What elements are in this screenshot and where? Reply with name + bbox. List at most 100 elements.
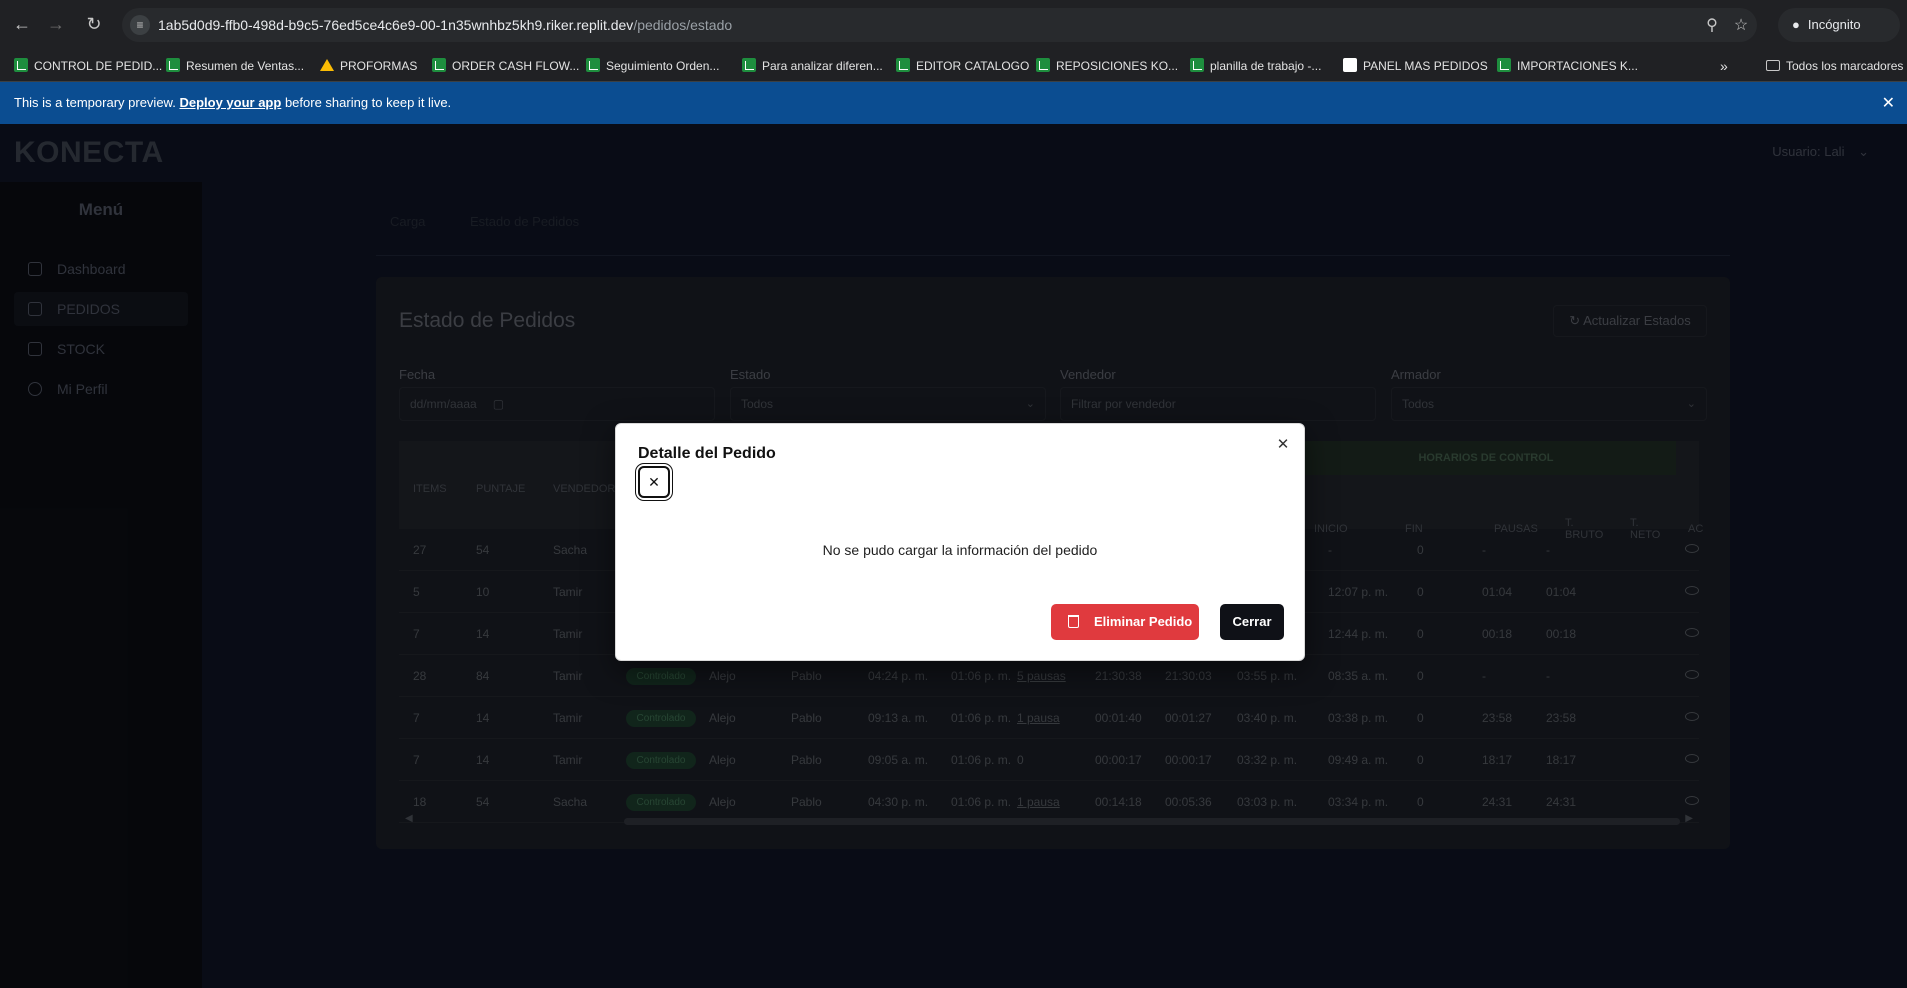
table-cell: 7 bbox=[413, 627, 420, 641]
dialog-close-button[interactable]: ✕ bbox=[638, 466, 670, 498]
vendedor-input[interactable]: Filtrar por vendedor bbox=[1060, 387, 1376, 421]
url-path: /pedidos/estado bbox=[633, 17, 733, 33]
user-menu[interactable]: Usuario: Lali ⌄ bbox=[1772, 144, 1869, 160]
table-cell: 23:58 bbox=[1546, 711, 1577, 725]
preview-banner: This is a temporary preview. Deploy your… bbox=[0, 82, 1907, 124]
bookmark-label: EDITOR CATALOGO bbox=[916, 59, 1030, 73]
zoom-icon[interactable]: ⚲ bbox=[1702, 16, 1722, 36]
bookmark-10[interactable]: IMPORTACIONES K... bbox=[1497, 57, 1638, 75]
table-row: 28 84 Tamir Controlado Alejo Pablo 04:24 p. m.… bbox=[399, 655, 1699, 697]
table-cell: 23:58 bbox=[1482, 711, 1513, 725]
address-bar[interactable]: ≡ 1ab5d0d9-ffb0-498d-b9c5-76ed5ce4c6e9-0… bbox=[122, 8, 1757, 42]
back-icon[interactable]: ← bbox=[10, 12, 34, 36]
table-cell: - bbox=[1546, 669, 1550, 683]
all-bookmarks[interactable]: Todos los marcadores bbox=[1766, 57, 1903, 75]
table-row: 7 14 Tamir Controlado Alejo Pablo 09:05 a. m. 0… bbox=[399, 739, 1699, 781]
more-bookmarks-icon[interactable]: » bbox=[1720, 57, 1728, 75]
table-cell: Pablo bbox=[791, 711, 822, 725]
table-cell[interactable]: 1 pausa bbox=[1017, 697, 1060, 739]
url-text[interactable]: 1ab5d0d9-ffb0-498d-b9c5-76ed5ce4c6e9-00-… bbox=[158, 17, 732, 33]
deploy-link[interactable]: Deploy your app bbox=[179, 95, 281, 110]
tab-carga[interactable]: Carga bbox=[390, 214, 425, 229]
table-cell: 08:35 a. m. bbox=[1328, 669, 1389, 683]
estado-select[interactable]: Todos ⌄ bbox=[730, 387, 1046, 421]
sidebar-item-stock[interactable]: STOCK bbox=[14, 332, 188, 366]
table-cell: 7 bbox=[413, 711, 420, 725]
menu-title: Menú bbox=[78, 200, 124, 219]
status-badge: Controlado bbox=[626, 668, 696, 685]
sheets-icon bbox=[1497, 58, 1511, 72]
eye-icon[interactable] bbox=[1685, 712, 1699, 721]
bookmark-3[interactable]: ORDER CASH FLOW... bbox=[432, 57, 579, 75]
table-cell[interactable]: 5 pausas bbox=[1017, 655, 1066, 697]
bookmark-6[interactable]: EDITOR CATALOGO bbox=[896, 57, 1029, 75]
table-cell: 00:00:17 bbox=[1095, 753, 1142, 767]
scroll-left-icon[interactable]: ◀ bbox=[405, 813, 413, 824]
eye-icon[interactable] bbox=[1685, 586, 1699, 595]
trash-icon bbox=[1068, 615, 1079, 628]
table-cell: - bbox=[1546, 543, 1550, 557]
user-label: Usuario: Lali bbox=[1772, 144, 1845, 159]
tab-estado-de-pedidos[interactable]: Estado de Pedidos bbox=[470, 214, 579, 229]
table-cell: - bbox=[1328, 543, 1332, 557]
table-cell: 0 bbox=[1417, 543, 1424, 557]
site-info-icon[interactable]: ≡ bbox=[130, 15, 150, 35]
table-cell: 01:04 bbox=[1546, 585, 1577, 599]
estado-value: Todos bbox=[741, 397, 774, 411]
bookmark-1[interactable]: Resumen de Ventas... bbox=[166, 57, 304, 75]
sheets-icon bbox=[14, 58, 28, 72]
close-icon[interactable]: ✕ bbox=[1274, 436, 1292, 454]
bookmark-label: planilla de trabajo -... bbox=[1210, 59, 1322, 73]
horarios-group-header: HORARIOS DE CONTROL bbox=[1296, 441, 1676, 475]
table-cell: 03:32 p. m. bbox=[1237, 753, 1298, 767]
close-button[interactable]: Cerrar bbox=[1220, 604, 1284, 640]
eye-icon[interactable] bbox=[1685, 670, 1699, 679]
table-cell: 00:00:17 bbox=[1165, 753, 1212, 767]
error-message: No se pudo cargar la información del ped… bbox=[822, 542, 1098, 558]
table-cell: 04:24 p. m. bbox=[868, 669, 929, 683]
table-cell: 01:04 bbox=[1482, 585, 1513, 599]
horizontal-scrollbar[interactable]: ◀ ▶ bbox=[399, 813, 1699, 829]
sidebar-item-label: PEDIDOS bbox=[57, 301, 121, 317]
table-cell: 0 bbox=[1417, 669, 1424, 683]
sidebar-item-label: Mi Perfil bbox=[57, 381, 108, 397]
table-cell: 0 bbox=[1417, 585, 1424, 599]
star-icon[interactable]: ☆ bbox=[1731, 16, 1751, 36]
banner-close-icon[interactable]: ✕ bbox=[1882, 93, 1895, 113]
eye-icon[interactable] bbox=[1685, 628, 1699, 637]
table-cell: 54 bbox=[476, 543, 490, 557]
forward-icon[interactable]: → bbox=[44, 12, 68, 36]
table-cell: 14 bbox=[476, 753, 490, 767]
scroll-right-icon[interactable]: ▶ bbox=[1685, 813, 1693, 824]
table-cell: 00:18 bbox=[1482, 627, 1513, 641]
bookmark-7[interactable]: REPOSICIONES KO... bbox=[1036, 57, 1178, 75]
panel-icon bbox=[1343, 58, 1357, 72]
table-cell: 27 bbox=[413, 543, 427, 557]
scrollbar-thumb[interactable] bbox=[624, 818, 1680, 825]
table-cell: Alejo bbox=[709, 669, 736, 683]
th-items: ITEMS bbox=[413, 483, 447, 495]
incognito-indicator[interactable]: ● Incógnito bbox=[1778, 8, 1900, 42]
status-badge: Controlado bbox=[626, 752, 696, 769]
table-cell: 0 bbox=[1017, 753, 1024, 767]
refresh-icon: ↻ bbox=[1569, 313, 1581, 328]
reload-icon[interactable]: ↻ bbox=[82, 12, 106, 36]
sidebar-item-dashboard[interactable]: Dashboard bbox=[14, 252, 188, 286]
bookmark-9[interactable]: PANEL MAS PEDIDOS bbox=[1343, 57, 1488, 75]
refresh-button[interactable]: ↻ Actualizar Estados bbox=[1553, 305, 1707, 337]
bookmark-0[interactable]: CONTROL DE PEDID... bbox=[14, 57, 162, 75]
sidebar-item-mi-perfil[interactable]: Mi Perfil bbox=[14, 372, 188, 406]
bookmark-8[interactable]: planilla de trabajo -... bbox=[1190, 57, 1321, 75]
eye-icon[interactable] bbox=[1685, 796, 1699, 805]
bookmark-2[interactable]: PROFORMAS bbox=[320, 57, 417, 75]
calendar-icon: ▢ bbox=[492, 397, 505, 411]
sidebar-item-pedidos[interactable]: PEDIDOS bbox=[14, 292, 188, 326]
delete-order-button[interactable]: Eliminar Pedido bbox=[1051, 604, 1199, 640]
eye-icon[interactable] bbox=[1685, 754, 1699, 763]
bookmark-4[interactable]: Seguimiento Orden... bbox=[586, 57, 719, 75]
bookmark-5[interactable]: Para analizar diferen... bbox=[742, 57, 883, 75]
armador-select[interactable]: Todos ⌄ bbox=[1391, 387, 1707, 421]
fecha-input[interactable]: dd/mm/aaaa ▢ bbox=[399, 387, 715, 421]
eye-icon[interactable] bbox=[1685, 544, 1699, 553]
table-cell: 18:17 bbox=[1482, 753, 1513, 767]
